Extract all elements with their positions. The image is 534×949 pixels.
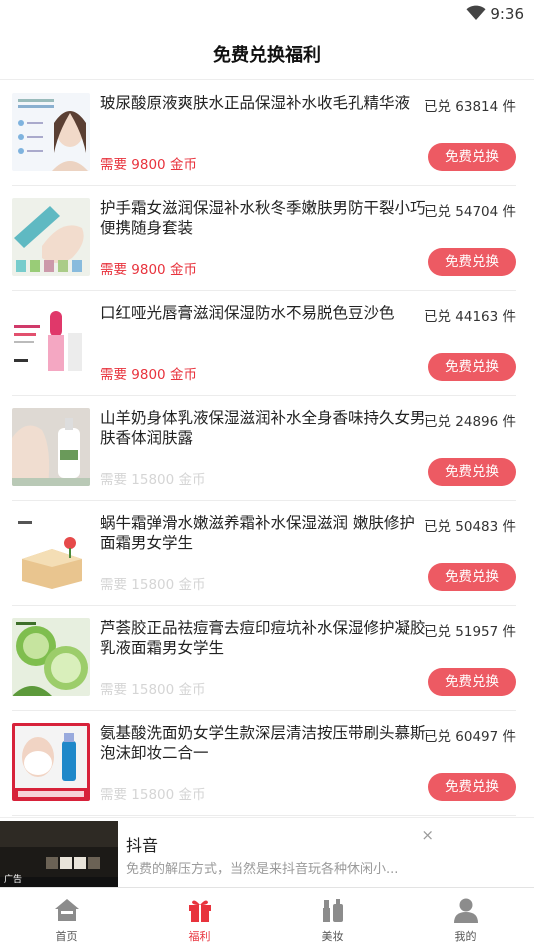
product-item[interactable]: 口红哑光唇膏滋润保湿防水不易脱色豆沙色 已兑 44163 件 需要 9800 金… xyxy=(12,291,516,396)
redeemed-count: 已兑 60497 件 xyxy=(423,729,516,745)
bottom-tab-bar: 首页 福利 美妆 我的 xyxy=(0,887,534,949)
redeemed-count: 已兑 50483 件 xyxy=(423,519,516,535)
redeem-button[interactable]: 免费兑换 xyxy=(428,668,516,696)
product-name[interactable]: 氨基酸洗面奶女学生款深层清洁按压带刷头慕斯泡沫卸妆二合一 xyxy=(100,723,426,763)
status-time: 9:36 xyxy=(490,5,524,23)
product-list[interactable]: 玻尿酸原液爽肤水正品保湿补水收毛孔精华液 已兑 63814 件 需要 9800 … xyxy=(0,81,534,816)
wifi-icon xyxy=(466,5,486,20)
product-image[interactable] xyxy=(12,408,90,486)
product-image[interactable] xyxy=(12,303,90,381)
redeemed-count: 已兑 51957 件 xyxy=(423,624,516,640)
product-name[interactable]: 芦荟胶正品祛痘膏去痘印痘坑补水保湿修护凝胶乳液面霜男女学生 xyxy=(100,618,426,658)
tab-profile[interactable]: 我的 xyxy=(399,888,532,949)
redeem-button[interactable]: 免费兑换 xyxy=(428,143,516,171)
product-price: 需要 9800 金币 xyxy=(100,157,197,173)
close-icon[interactable]: × xyxy=(421,826,434,844)
redeemed-count: 已兑 24896 件 xyxy=(423,414,516,430)
product-price: 需要 9800 金币 xyxy=(100,367,197,383)
product-item[interactable]: 蜗牛霜弹滑水嫩滋养霜补水保湿滋润 嫩肤修护面霜男女学生 已兑 50483 件 需… xyxy=(12,501,516,606)
product-item[interactable]: 山羊奶身体乳液保湿滋润补水全身香味持久女男肤香体润肤露 已兑 24896 件 需… xyxy=(12,396,516,501)
makeup-icon xyxy=(322,899,343,922)
ad-tag: 广告 xyxy=(4,875,23,885)
ad-title[interactable]: 抖音 xyxy=(126,832,158,856)
redeem-button[interactable]: 免费兑换 xyxy=(428,353,516,381)
product-image[interactable] xyxy=(12,513,90,591)
product-name[interactable]: 口红哑光唇膏滋润保湿防水不易脱色豆沙色 xyxy=(100,303,426,323)
product-price: 需要 15800 金币 xyxy=(100,577,206,593)
product-image[interactable] xyxy=(12,93,90,171)
gift-icon xyxy=(188,900,211,922)
product-name[interactable]: 护手霜女滋润保湿补水秋冬季嫩肤男防干裂小巧便携随身套装 xyxy=(100,198,426,238)
redeem-button[interactable]: 免费兑换 xyxy=(428,248,516,276)
tab-home[interactable]: 首页 xyxy=(0,888,133,949)
product-price: 需要 15800 金币 xyxy=(100,472,206,488)
tab-label: 福利 xyxy=(188,930,211,943)
product-price: 需要 15800 金币 xyxy=(100,787,206,803)
redeem-button[interactable]: 免费兑换 xyxy=(428,563,516,591)
ad-banner[interactable]: 广告 抖音 免费的解压方式，当然是来抖音玩各种休闲小... × xyxy=(0,817,534,887)
redeem-button[interactable]: 免费兑换 xyxy=(428,773,516,801)
product-price: 需要 15800 金币 xyxy=(100,682,206,698)
product-name[interactable]: 山羊奶身体乳液保湿滋润补水全身香味持久女男肤香体润肤露 xyxy=(100,408,426,448)
ad-description[interactable]: 免费的解压方式，当然是来抖音玩各种休闲小... xyxy=(126,858,398,877)
tab-label: 首页 xyxy=(55,930,78,943)
tab-welfare[interactable]: 福利 xyxy=(133,888,266,949)
user-icon xyxy=(453,898,478,923)
product-image[interactable] xyxy=(12,723,90,801)
home-icon xyxy=(54,899,79,921)
product-item[interactable]: 护手霜女滋润保湿补水秋冬季嫩肤男防干裂小巧便携随身套装 已兑 54704 件 需… xyxy=(12,186,516,291)
tab-makeup[interactable]: 美妆 xyxy=(266,888,399,949)
tab-label: 我的 xyxy=(454,930,477,943)
product-image[interactable] xyxy=(12,618,90,696)
status-bar: 9:36 xyxy=(0,0,534,28)
product-name[interactable]: 蜗牛霜弹滑水嫩滋养霜补水保湿滋润 嫩肤修护面霜男女学生 xyxy=(100,513,426,553)
redeemed-count: 已兑 54704 件 xyxy=(423,204,516,220)
product-image[interactable] xyxy=(12,198,90,276)
page-header: 免费兑换福利 xyxy=(0,28,534,80)
product-item[interactable]: 芦荟胶正品祛痘膏去痘印痘坑补水保湿修护凝胶乳液面霜男女学生 已兑 51957 件… xyxy=(12,606,516,711)
product-item[interactable]: 氨基酸洗面奶女学生款深层清洁按压带刷头慕斯泡沫卸妆二合一 已兑 60497 件 … xyxy=(12,711,516,816)
page-title: 免费兑换福利 xyxy=(213,45,321,66)
redeemed-count: 已兑 44163 件 xyxy=(423,309,516,325)
tab-label: 美妆 xyxy=(321,930,344,943)
redeem-button[interactable]: 免费兑换 xyxy=(428,458,516,486)
product-name[interactable]: 玻尿酸原液爽肤水正品保湿补水收毛孔精华液 xyxy=(100,93,426,113)
redeemed-count: 已兑 63814 件 xyxy=(423,99,516,115)
product-item[interactable]: 玻尿酸原液爽肤水正品保湿补水收毛孔精华液 已兑 63814 件 需要 9800 … xyxy=(12,81,516,186)
ad-image[interactable]: 广告 xyxy=(0,821,118,887)
product-price: 需要 9800 金币 xyxy=(100,262,197,278)
